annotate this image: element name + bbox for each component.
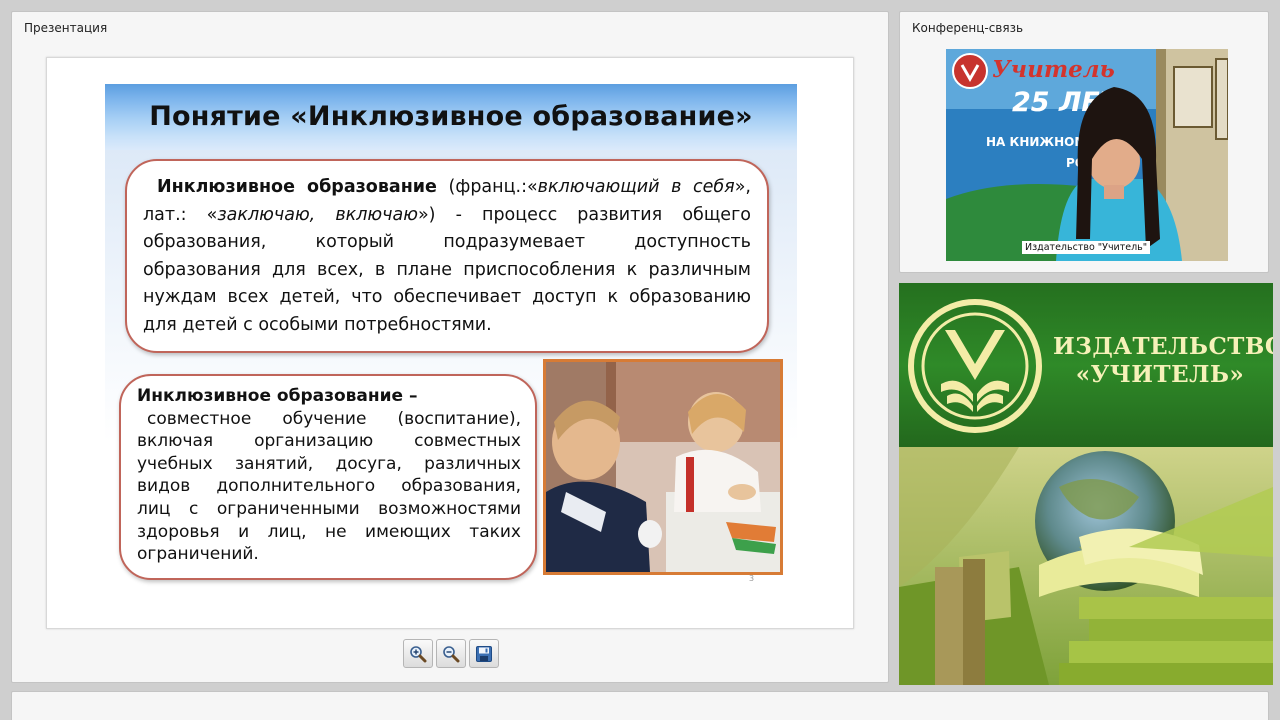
banner-header: ИЗДАТЕЛЬСТВО «УЧИТЕЛЬ» [899, 283, 1273, 447]
zoom-in-icon [410, 645, 427, 662]
definition-1-text: лат.: « [143, 204, 218, 225]
banner-line-2: «УЧИТЕЛЬ» [1075, 361, 1245, 388]
save-button[interactable] [469, 639, 499, 668]
books-globe-image [899, 447, 1273, 685]
poster-title: Учитель [992, 56, 1115, 83]
slide-page-number: 3 [749, 574, 755, 583]
children-photo-image [546, 362, 780, 572]
definition-2-line-2: включая организацию совместных [137, 431, 521, 452]
definition-box-1: Инклюзивное образование (франц.:«включаю… [125, 159, 769, 353]
presentation-panel-title: Презентация [24, 21, 108, 35]
definition-2-line-5: лиц с ограниченными возможностями [137, 498, 521, 519]
definition-2-text: совместное обучение (воспитание), [147, 408, 521, 429]
definition-2-line-1: совместное обучение (воспитание), [137, 408, 521, 431]
definition-1-term: Инклюзивное образование [157, 177, 437, 197]
conference-panel-title: Конференц-связь [912, 21, 1024, 35]
conference-panel: Конференц-связь Учитель 25 ЛЕТ НА КНИЖНО… [899, 11, 1269, 273]
definition-1-text: (франц.:« [436, 177, 538, 197]
definition-1-text: », [734, 177, 751, 197]
definition-1-line-5: нуждам всех детей, что обеспечивает дост… [143, 287, 751, 307]
definition-2-term-text: Инклюзивное образование – [137, 386, 418, 406]
definition-2-line-7: ограничений. [137, 544, 259, 565]
definition-1-italic: заключаю, включаю [217, 204, 418, 225]
zoom-out-icon [443, 645, 460, 662]
slide-header: Понятие «Инклюзивное образование» [105, 84, 797, 150]
bottom-panel [11, 691, 1269, 720]
definition-1-italic: включающий в себя [537, 177, 735, 197]
definition-2-line-3: учебных занятий, досуга, различных [137, 453, 521, 474]
video-image: Учитель 25 ЛЕТ НА КНИЖНОМ РО [946, 49, 1228, 261]
save-icon [476, 645, 492, 662]
definition-2-term: Инклюзивное образование – [137, 385, 521, 408]
publisher-logo-icon [908, 299, 1042, 433]
poster-subtitle-1: НА КНИЖНОМ [986, 135, 1086, 149]
definition-1-line-4: образования для всех, в плане приспособл… [143, 259, 751, 280]
definition-2-line-6: здоровья и лиц, не имеющих таких [137, 521, 521, 542]
banner-line-1: ИЗДАТЕЛЬСТВО [1053, 333, 1273, 360]
definition-box-2: Инклюзивное образование – совместное обу… [119, 374, 537, 580]
banner-publisher-name: ИЗДАТЕЛЬСТВО «УЧИТЕЛЬ» [1053, 333, 1273, 388]
presentation-panel: Презентация Понятие «Инклюзивное образов… [11, 11, 889, 683]
children-photo [543, 359, 783, 575]
slide-toolbar [403, 639, 499, 669]
zoom-out-button[interactable] [436, 639, 466, 668]
definition-1-line-1: Инклюзивное образование (франц.:«включаю… [143, 174, 751, 202]
slide: Понятие «Инклюзивное образование» Инклюз… [46, 57, 854, 629]
definition-2-line-4: видов дополнительного образования, [137, 476, 521, 497]
slide-title: Понятие «Инклюзивное образование» [149, 101, 753, 132]
definition-1-line-3: образования, который подразумевает досту… [143, 232, 751, 252]
publisher-banner: ИЗДАТЕЛЬСТВО «УЧИТЕЛЬ» [899, 283, 1273, 685]
video-stream[interactable]: Учитель 25 ЛЕТ НА КНИЖНОМ РО Издательств… [946, 49, 1228, 261]
definition-1-line-6: для детей с особыми потребностями. [143, 314, 492, 335]
definition-1-text: ») - процесс развития общего [417, 204, 751, 225]
video-caption: Издательство "Учитель" [1022, 241, 1151, 254]
zoom-in-button[interactable] [403, 639, 433, 668]
definition-1-line-2: лат.: «заключаю, включаю») - процесс раз… [143, 202, 751, 230]
slide-body: Инклюзивное образование (франц.:«включаю… [105, 150, 797, 600]
